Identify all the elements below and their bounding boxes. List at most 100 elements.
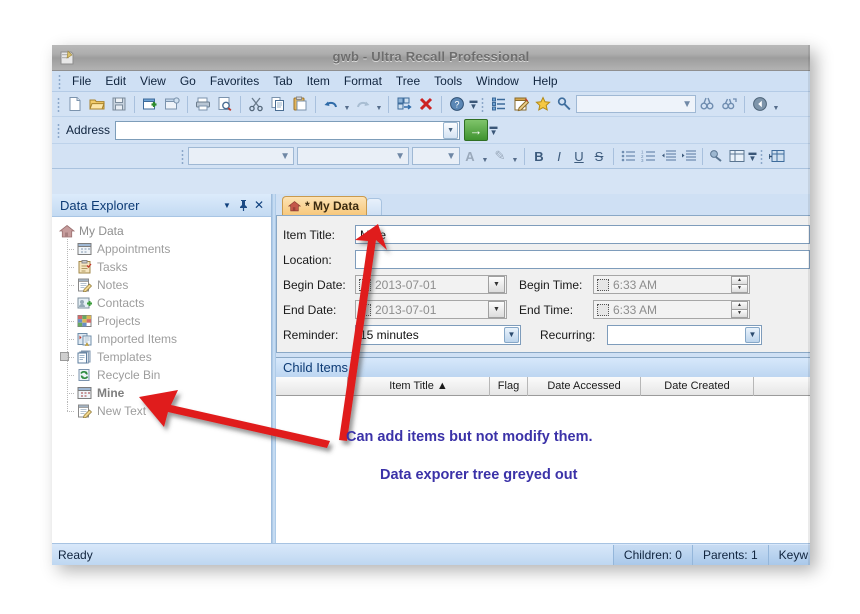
- favorite-star-icon[interactable]: [532, 94, 554, 115]
- begin-date-input[interactable]: 2013-07-01 ▼: [355, 275, 507, 294]
- begin-date-checkbox[interactable]: [359, 278, 371, 291]
- menu-format[interactable]: Format: [337, 72, 389, 91]
- new-icon[interactable]: [64, 94, 86, 115]
- begin-date-dropdown-icon[interactable]: ▼: [488, 276, 505, 293]
- undo-icon[interactable]: [320, 94, 342, 115]
- end-time-input[interactable]: 6:33 AM ▲ ▼: [593, 300, 750, 319]
- column-date-created[interactable]: Date Created: [641, 376, 754, 396]
- close-panel-icon[interactable]: ✕: [252, 197, 266, 213]
- hyperlink-icon[interactable]: [707, 146, 727, 166]
- save-icon[interactable]: [108, 94, 130, 115]
- tree-item-tasks[interactable]: Tasks: [58, 257, 271, 276]
- tree-item-mine[interactable]: Mine: [58, 383, 271, 402]
- panel-menu-icon[interactable]: ▼: [220, 197, 234, 213]
- increase-indent-icon[interactable]: [678, 146, 698, 166]
- tree-item-projects[interactable]: Projects: [58, 311, 271, 330]
- begin-time-spinner[interactable]: ▲ ▼: [731, 276, 748, 293]
- recurring-dropdown-icon[interactable]: ▼: [745, 326, 760, 343]
- end-time-checkbox[interactable]: [597, 303, 609, 316]
- addressbar-grip[interactable]: [57, 122, 61, 138]
- find-icon[interactable]: [696, 94, 718, 115]
- new-child-icon[interactable]: [161, 94, 183, 115]
- back-dropdown-icon[interactable]: ▼: [771, 94, 781, 115]
- delete-icon[interactable]: [415, 94, 437, 115]
- format-overflow-button[interactable]: ▬ ▼: [747, 146, 758, 167]
- strikethrough-icon[interactable]: S: [589, 146, 609, 166]
- toolbar-grip[interactable]: [57, 96, 61, 112]
- tree-item-templates[interactable]: Templates: [58, 347, 271, 366]
- menu-favorites[interactable]: Favorites: [203, 72, 266, 91]
- tree-item-imported-items[interactable]: Imported Items: [58, 329, 271, 348]
- highlight-icon[interactable]: ✎: [490, 146, 510, 166]
- outline-icon[interactable]: [488, 94, 510, 115]
- reminder-dropdown-icon[interactable]: ▼: [504, 326, 519, 343]
- help-icon[interactable]: ?: [446, 94, 468, 115]
- menu-tools[interactable]: Tools: [427, 72, 469, 91]
- redo-icon[interactable]: [352, 94, 374, 115]
- redo-dropdown-icon[interactable]: ▼: [374, 94, 384, 115]
- insert-table-icon[interactable]: [727, 146, 747, 166]
- menu-tab[interactable]: Tab: [266, 72, 299, 91]
- bullet-list-icon[interactable]: [618, 146, 638, 166]
- bold-icon[interactable]: B: [529, 146, 549, 166]
- edit-note-icon[interactable]: [510, 94, 532, 115]
- highlight-dropdown-icon[interactable]: ▼: [510, 146, 520, 167]
- data-explorer-tree[interactable]: My Data Appointments Tasks Notes Contact…: [52, 217, 271, 543]
- end-time-spinner[interactable]: ▲ ▼: [731, 301, 748, 318]
- table-insert-icon[interactable]: [767, 146, 787, 166]
- font-style-combo[interactable]: ▼: [297, 147, 409, 165]
- menu-edit[interactable]: Edit: [98, 72, 133, 91]
- column-spacer[interactable]: [276, 376, 348, 396]
- menubar-grip[interactable]: [58, 73, 62, 89]
- tree-item-appointments[interactable]: Appointments: [58, 239, 271, 258]
- search-key-icon[interactable]: [554, 94, 576, 115]
- font-size-combo[interactable]: ▼: [412, 147, 460, 165]
- column-flag[interactable]: Flag: [490, 376, 528, 396]
- tree-item-recycle-bin[interactable]: Recycle Bin: [58, 365, 271, 384]
- menu-item[interactable]: Item: [300, 72, 337, 91]
- column-extra[interactable]: [754, 377, 810, 396]
- cut-icon[interactable]: [245, 94, 267, 115]
- toolbar-overflow-button[interactable]: ▬ ▼: [468, 94, 479, 115]
- numbered-list-icon[interactable]: 123: [638, 146, 658, 166]
- begin-time-checkbox[interactable]: [597, 278, 609, 291]
- find-next-icon[interactable]: [718, 94, 740, 115]
- menu-help[interactable]: Help: [526, 72, 565, 91]
- end-date-input[interactable]: 2013-07-01 ▼: [355, 300, 507, 319]
- begin-time-input[interactable]: 6:33 AM ▲ ▼: [593, 275, 750, 294]
- pin-icon[interactable]: [236, 197, 250, 213]
- chevron-down-icon[interactable]: ▼: [443, 121, 459, 139]
- back-icon[interactable]: [749, 94, 771, 115]
- tree-item-my-data[interactable]: My Data: [58, 222, 271, 240]
- underline-icon[interactable]: U: [569, 146, 589, 166]
- menu-file[interactable]: File: [65, 72, 98, 91]
- italic-icon[interactable]: I: [549, 146, 569, 166]
- column-date-accessed[interactable]: Date Accessed: [528, 376, 641, 396]
- child-items-list[interactable]: [276, 396, 810, 543]
- undo-dropdown-icon[interactable]: ▼: [342, 94, 352, 115]
- new-item-icon[interactable]: [139, 94, 161, 115]
- column-item-title[interactable]: Item Title ▲: [348, 376, 490, 396]
- print-icon[interactable]: [192, 94, 214, 115]
- open-folder-icon[interactable]: [86, 94, 108, 115]
- toolbar-search-combo[interactable]: ▼: [576, 95, 696, 113]
- paste-icon[interactable]: [289, 94, 311, 115]
- font-color-icon[interactable]: A: [460, 146, 480, 166]
- font-family-combo[interactable]: ▼: [188, 147, 294, 165]
- decrease-indent-icon[interactable]: [658, 146, 678, 166]
- print-preview-icon[interactable]: [214, 94, 236, 115]
- end-date-dropdown-icon[interactable]: ▼: [488, 301, 505, 318]
- item-title-input[interactable]: Mine: [355, 225, 810, 244]
- tab-my-data[interactable]: * My Data: [282, 196, 368, 215]
- location-input[interactable]: [355, 250, 810, 269]
- toolbar2-grip[interactable]: [481, 96, 485, 112]
- insert-item-icon[interactable]: [393, 94, 415, 115]
- address-overflow-button[interactable]: ▬ ▼: [488, 120, 499, 141]
- tab-new[interactable]: [366, 198, 383, 215]
- tree-item-contacts[interactable]: Contacts: [58, 293, 271, 312]
- reminder-combo[interactable]: 15 minutes ▼: [355, 324, 521, 345]
- font-color-dropdown-icon[interactable]: ▼: [480, 146, 490, 167]
- tree-item-new-text[interactable]: New Text: [58, 401, 271, 420]
- menu-view[interactable]: View: [133, 72, 173, 91]
- tree-item-notes[interactable]: Notes: [58, 275, 271, 294]
